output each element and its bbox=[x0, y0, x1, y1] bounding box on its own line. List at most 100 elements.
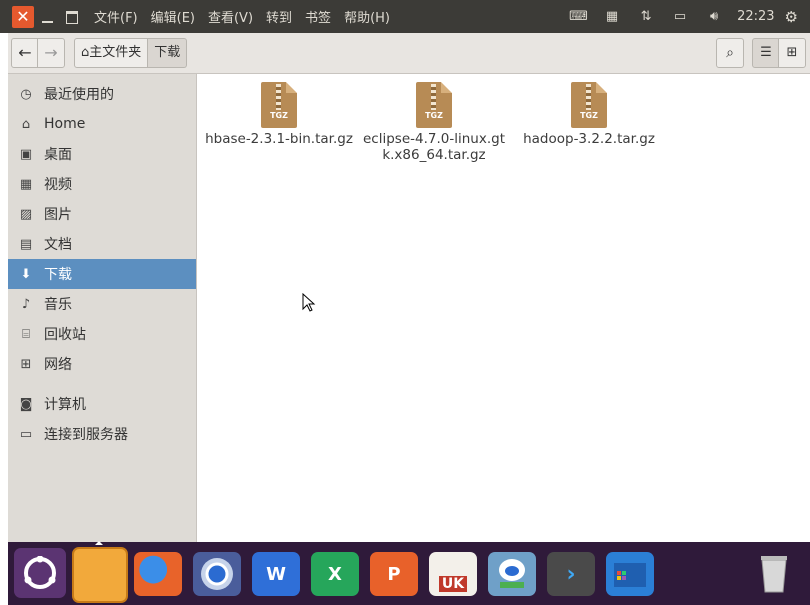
wps-spreadsheet-icon[interactable]: X bbox=[311, 552, 359, 596]
toolbar: ← → ⌂主文件夹 下载 ⌕ ☰ ⊞ bbox=[8, 33, 810, 74]
battery-icon[interactable]: ▭ bbox=[671, 9, 689, 24]
menu-view[interactable]: 查看(V) bbox=[208, 7, 253, 26]
clock-icon: ◷ bbox=[20, 86, 32, 102]
chromium-icon[interactable] bbox=[193, 552, 241, 596]
store-badge: UK bbox=[438, 576, 468, 592]
ubuntu-dash-icon[interactable] bbox=[14, 548, 66, 598]
file-name: eclipse-4.7.0-linux.gtk.x86_64.tar.gz bbox=[363, 131, 505, 163]
menu-go[interactable]: 转到 bbox=[266, 7, 292, 26]
wps-writer-letter: W bbox=[266, 563, 286, 585]
breadcrumb-home-label: 主文件夹 bbox=[89, 45, 142, 60]
back-button[interactable]: ← bbox=[11, 38, 39, 68]
picture-icon: ▨ bbox=[19, 206, 33, 222]
sidebar-item-label: 视频 bbox=[44, 177, 72, 193]
sidebar-item-documents[interactable]: ▤ 文档 bbox=[8, 229, 196, 259]
firefox-icon[interactable] bbox=[134, 552, 182, 596]
sidebar: ◷ 最近使用的 ⌂ Home ▣ 桌面 ▦ 视频 ▨ 图片 ▤ 文档 ⬇ 下载 ♪ 音乐 ⌸ 回收… bbox=[8, 74, 197, 542]
file-item[interactable]: TGZ hadoop-3.2.2.tar.gz bbox=[514, 82, 664, 147]
sidebar-item-label: Home bbox=[44, 116, 86, 132]
keyboard-icon[interactable]: ⌨ bbox=[569, 9, 588, 24]
sidebar-item-label: 最近使用的 bbox=[44, 87, 114, 103]
sidebar-item-computer[interactable]: ◙ 计算机 bbox=[8, 389, 196, 419]
sidebar-item-label: 桌面 bbox=[44, 147, 72, 163]
music-icon: ♪ bbox=[21, 296, 31, 312]
workspace-switcher-icon[interactable] bbox=[606, 552, 654, 596]
file-type-label: TGZ bbox=[270, 111, 288, 120]
minimize-window-button[interactable] bbox=[42, 21, 53, 23]
network-icon: ⊞ bbox=[20, 356, 32, 372]
archive-file-icon: TGZ bbox=[261, 82, 297, 128]
wps-writer-icon[interactable]: W bbox=[252, 552, 300, 596]
close-window-button[interactable]: ✕ bbox=[12, 6, 34, 28]
file-type-label: TGZ bbox=[425, 111, 443, 120]
grid-icon: ⊞ bbox=[786, 45, 798, 60]
file-item[interactable]: TGZ eclipse-4.7.0-linux.gtk.x86_64.tar.g… bbox=[359, 82, 509, 163]
clock[interactable]: 22:23 bbox=[737, 9, 774, 24]
menu-bar: 文件(F) 编辑(E) 查看(V) 转到 书签 帮助(H) bbox=[94, 0, 403, 33]
file-item[interactable]: TGZ hbase-2.3.1-bin.tar.gz bbox=[204, 82, 354, 147]
maximize-window-button[interactable] bbox=[66, 11, 78, 24]
software-store-icon[interactable]: UK bbox=[429, 552, 477, 596]
system-settings-icon[interactable] bbox=[488, 552, 536, 596]
calendar-icon[interactable]: ▦ bbox=[603, 9, 621, 24]
breadcrumb-current[interactable]: 下载 bbox=[148, 38, 188, 68]
menu-file[interactable]: 文件(F) bbox=[94, 7, 138, 26]
download-icon: ⬇ bbox=[20, 266, 32, 282]
breadcrumb: ⌂主文件夹 下载 bbox=[74, 38, 188, 68]
volume-icon[interactable]: 🔊︎ bbox=[705, 9, 723, 24]
sidebar-item-desktop[interactable]: ▣ 桌面 bbox=[8, 139, 196, 169]
menu-bookmarks[interactable]: 书签 bbox=[305, 7, 331, 26]
sidebar-item-label: 计算机 bbox=[44, 397, 86, 413]
wps-sheet-letter: X bbox=[328, 563, 342, 585]
files-folder-icon[interactable] bbox=[72, 547, 128, 603]
network-arrows-icon[interactable]: ⇅ bbox=[637, 9, 655, 24]
sidebar-item-label: 音乐 bbox=[44, 297, 72, 313]
file-type-label: TGZ bbox=[580, 111, 598, 120]
menu-edit[interactable]: 编辑(E) bbox=[151, 7, 195, 26]
sidebar-item-label: 图片 bbox=[44, 207, 72, 223]
sidebar-item-home[interactable]: ⌂ Home bbox=[8, 109, 196, 139]
system-tray: ⌨ ▦ ⇅ ▭ 🔊︎ 22:23 ⚙ bbox=[569, 0, 810, 33]
computer-icon: ◙ bbox=[19, 396, 33, 412]
list-icon: ☰ bbox=[760, 45, 772, 60]
terminal-arrow-icon[interactable]: › bbox=[547, 552, 595, 596]
sidebar-item-music[interactable]: ♪ 音乐 bbox=[8, 289, 196, 319]
sidebar-item-downloads[interactable]: ⬇ 下载 bbox=[8, 259, 196, 289]
forward-button[interactable]: → bbox=[37, 38, 65, 68]
sidebar-item-label: 连接到服务器 bbox=[44, 427, 128, 443]
sidebar-item-label: 网络 bbox=[44, 357, 72, 373]
gear-icon[interactable]: ⚙ bbox=[785, 8, 798, 26]
sidebar-item-trash[interactable]: ⌸ 回收站 bbox=[8, 319, 196, 349]
wps-presentation-icon[interactable]: P bbox=[370, 552, 418, 596]
sidebar-item-label: 下载 bbox=[44, 267, 72, 283]
desktop-icon: ▣ bbox=[19, 146, 33, 162]
wps-present-letter: P bbox=[387, 563, 401, 585]
archive-file-icon: TGZ bbox=[416, 82, 452, 128]
active-indicator bbox=[95, 541, 103, 545]
menu-help[interactable]: 帮助(H) bbox=[344, 7, 390, 26]
grid-view-button[interactable]: ⊞ bbox=[778, 38, 806, 68]
breadcrumb-home[interactable]: ⌂主文件夹 bbox=[74, 38, 149, 68]
server-icon: ▭ bbox=[19, 426, 33, 442]
search-button[interactable]: ⌕ bbox=[716, 38, 744, 68]
trash-icon[interactable] bbox=[750, 552, 798, 596]
file-name: hbase-2.3.1-bin.tar.gz bbox=[205, 131, 353, 147]
file-view: TGZ hbase-2.3.1-bin.tar.gz TGZ eclipse-4… bbox=[197, 74, 810, 542]
mouse-pointer-icon bbox=[302, 293, 316, 312]
archive-file-icon: TGZ bbox=[571, 82, 607, 128]
sidebar-item-connect-server[interactable]: ▭ 连接到服务器 bbox=[8, 419, 196, 449]
trash-icon: ⌸ bbox=[22, 326, 30, 342]
top-panel: ✕ 文件(F) 编辑(E) 查看(V) 转到 书签 帮助(H) ⌨ ▦ ⇅ ▭ … bbox=[0, 0, 810, 33]
sidebar-item-label: 回收站 bbox=[44, 327, 86, 343]
launcher-dock: W X P UK › bbox=[8, 541, 810, 605]
sidebar-item-network[interactable]: ⊞ 网络 bbox=[8, 349, 196, 379]
home-icon: ⌂ bbox=[21, 116, 31, 132]
sidebar-item-videos[interactable]: ▦ 视频 bbox=[8, 169, 196, 199]
file-name: hadoop-3.2.2.tar.gz bbox=[523, 131, 655, 147]
list-view-button[interactable]: ☰ bbox=[752, 38, 780, 68]
sidebar-item-label: 文档 bbox=[44, 237, 72, 253]
search-icon: ⌕ bbox=[726, 45, 734, 61]
document-icon: ▤ bbox=[19, 236, 33, 252]
sidebar-item-pictures[interactable]: ▨ 图片 bbox=[8, 199, 196, 229]
sidebar-item-recent[interactable]: ◷ 最近使用的 bbox=[8, 79, 196, 109]
